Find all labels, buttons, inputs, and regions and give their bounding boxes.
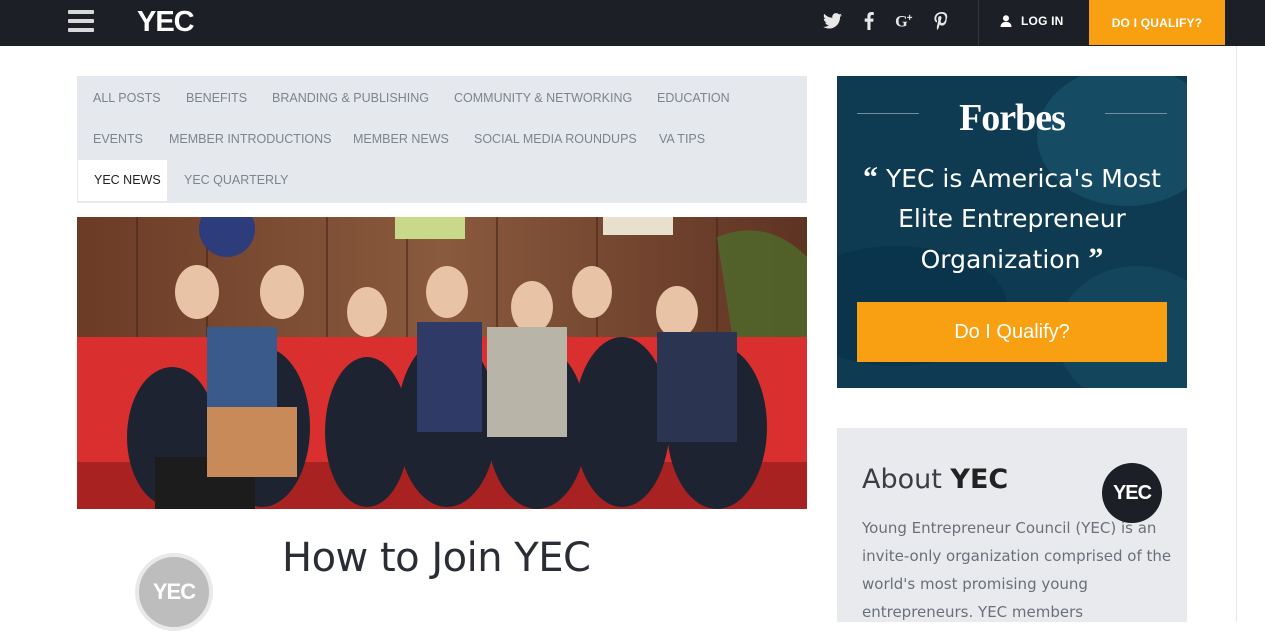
header-divider xyxy=(978,0,979,46)
forbes-quote: “ YEC is America's Most Elite Entreprene… xyxy=(855,158,1169,280)
category-all-posts[interactable]: ALL POSTS xyxy=(77,78,177,119)
svg-text:+: + xyxy=(907,13,913,24)
category-yec-news[interactable]: YEC NEWS xyxy=(78,160,167,201)
forbes-logo: Forbes xyxy=(959,97,1066,139)
pinterest-icon[interactable] xyxy=(930,10,952,32)
about-title-prefix: About xyxy=(862,464,942,495)
do-i-qualify-header-button[interactable]: DO I QUALIFY? xyxy=(1089,0,1225,45)
post-title[interactable]: How to Join YEC xyxy=(282,535,591,581)
category-branding-publishing[interactable]: BRANDING & PUBLISHING xyxy=(256,78,445,119)
category-yec-quarterly[interactable]: YEC QUARTERLY xyxy=(168,160,304,201)
page-scroll-edge xyxy=(1236,46,1265,622)
category-education[interactable]: EDUCATION xyxy=(641,78,746,119)
forbes-quote-text: YEC is America's Most Elite Entrepreneur… xyxy=(885,164,1161,274)
open-quote-icon: “ xyxy=(862,161,878,194)
google-plus-icon[interactable]: G + xyxy=(894,10,916,32)
group-photo xyxy=(77,217,807,509)
twitter-icon[interactable] xyxy=(821,10,843,32)
login-button[interactable]: LOG IN xyxy=(1000,0,1064,42)
category-member-introductions[interactable]: MEMBER INTRODUCTIONS xyxy=(153,119,348,160)
hamburger-menu-icon[interactable] xyxy=(68,10,94,32)
about-yec-widget: About YEC YEC Young Entrepreneur Council… xyxy=(837,428,1187,622)
close-quote-icon: ” xyxy=(1088,242,1104,275)
category-member-news[interactable]: MEMBER NEWS xyxy=(337,119,465,160)
category-benefits[interactable]: BENEFITS xyxy=(170,78,263,119)
yec-logo[interactable]: YEC xyxy=(137,5,195,39)
do-i-qualify-button[interactable]: Do I Qualify? xyxy=(857,302,1167,362)
login-label: LOG IN xyxy=(1021,14,1064,28)
user-icon xyxy=(1000,15,1012,27)
author-avatar[interactable]: YEC xyxy=(135,553,213,631)
featured-post-image[interactable] xyxy=(77,217,807,509)
about-description: Young Entrepreneur Council (YEC) is an i… xyxy=(862,519,1172,621)
category-va-tips[interactable]: VA TIPS xyxy=(643,119,721,160)
about-title-bold: YEC xyxy=(950,464,1009,495)
facebook-icon[interactable] xyxy=(858,10,880,32)
category-filter: ALL POSTS BENEFITS BRANDING & PUBLISHING… xyxy=(77,76,807,203)
about-title: About YEC xyxy=(862,464,1008,495)
category-community-networking[interactable]: COMMUNITY & NETWORKING xyxy=(438,78,648,119)
top-navigation-bar: YEC G + LOG IN DO I QUALIFY? xyxy=(0,0,1265,46)
forbes-promo-box: Forbes “ YEC is America's Most Elite Ent… xyxy=(837,76,1187,388)
category-events[interactable]: EVENTS xyxy=(77,119,159,160)
category-social-media-roundups[interactable]: SOCIAL MEDIA ROUNDUPS xyxy=(458,119,653,160)
